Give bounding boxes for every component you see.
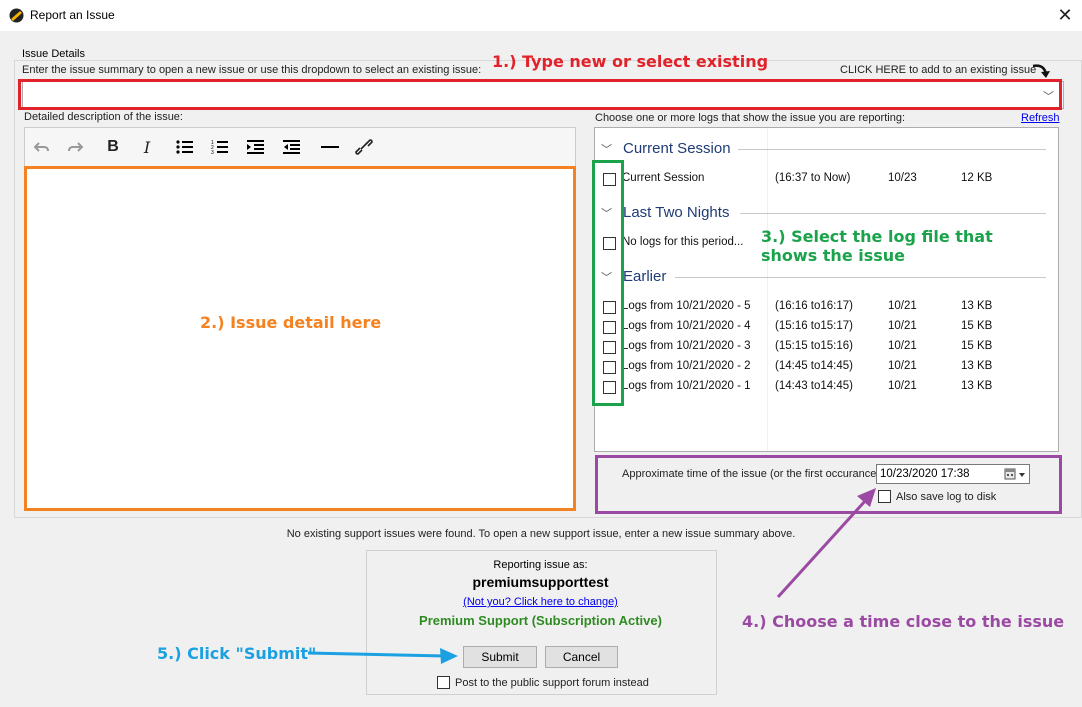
- log-date: 10/21: [888, 340, 917, 352]
- description-editor[interactable]: [24, 166, 576, 511]
- redo-icon[interactable]: [63, 136, 87, 158]
- app-logo-icon: [9, 8, 24, 23]
- change-user-link[interactable]: (Not you? Click here to change): [463, 596, 618, 608]
- section-divider: [740, 213, 1046, 214]
- log-name: Logs from 10/21/2020 - 3: [622, 340, 751, 352]
- chevron-down-icon[interactable]: ﹀: [601, 141, 612, 157]
- log-range: (14:45 to14:45): [775, 360, 854, 372]
- group-legend: Issue Details: [20, 48, 87, 60]
- indent-icon[interactable]: [244, 136, 268, 158]
- step3-annotation: 3.) Select the log file that shows the i…: [761, 227, 993, 265]
- log-size: 13 KB: [961, 360, 993, 372]
- numbered-list-icon[interactable]: 123: [208, 136, 232, 158]
- log-name: Logs from 10/21/2020 - 4: [622, 320, 751, 332]
- log-name: Logs from 10/21/2020 - 1: [622, 380, 751, 392]
- section-divider: [675, 277, 1046, 278]
- step4-annotation: 4.) Choose a time close to the issue: [742, 612, 1065, 631]
- log-range: (16:37 to Now): [775, 172, 851, 184]
- click-here-label: CLICK HERE to add to an existing issue: [840, 64, 1037, 76]
- curved-arrow-icon: [1032, 64, 1050, 78]
- step1-highlight: [18, 79, 1062, 110]
- description-label: Detailed description of the issue:: [24, 111, 183, 123]
- cancel-button[interactable]: Cancel: [545, 646, 618, 668]
- step4-highlight: [595, 455, 1062, 514]
- italic-icon[interactable]: I: [135, 136, 159, 158]
- title-bar: [0, 0, 1082, 31]
- section-title: Earlier: [623, 268, 667, 285]
- log-range: (15:15 to15:16): [775, 340, 854, 352]
- refresh-link[interactable]: Refresh: [1021, 112, 1060, 124]
- outdent-icon[interactable]: [280, 136, 304, 158]
- step2-annotation: 2.) Issue detail here: [200, 313, 382, 332]
- step3-highlight: [592, 160, 624, 406]
- section-title: Current Session: [623, 140, 731, 157]
- close-button[interactable]: ✕: [1050, 3, 1080, 27]
- svg-text:3: 3: [211, 150, 214, 155]
- log-size: 12 KB: [961, 172, 993, 184]
- log-name: Logs from 10/21/2020 - 5: [622, 300, 751, 312]
- log-name: No logs for this period...: [622, 236, 744, 248]
- submit-button[interactable]: Submit: [463, 646, 537, 668]
- log-date: 10/21: [888, 360, 917, 372]
- reporter-username: premiumsupporttest: [472, 574, 609, 590]
- bold-icon[interactable]: B: [101, 136, 125, 158]
- reporting-label: Reporting issue as:: [493, 559, 588, 571]
- log-date: 10/21: [888, 320, 917, 332]
- log-range: (16:16 to16:17): [775, 300, 854, 312]
- window-title: Report an Issue: [30, 8, 115, 22]
- log-date: 10/23: [888, 172, 917, 184]
- log-name: Logs from 10/21/2020 - 2: [622, 360, 751, 372]
- undo-icon[interactable]: [30, 136, 54, 158]
- log-size: 15 KB: [961, 340, 993, 352]
- section-title: Last Two Nights: [623, 204, 730, 221]
- link-icon[interactable]: [352, 136, 376, 158]
- post-public-label: Post to the public support forum instead: [455, 677, 649, 689]
- log-size: 13 KB: [961, 300, 993, 312]
- section-divider: [738, 149, 1046, 150]
- logs-label: Choose one or more logs that show the is…: [595, 112, 906, 124]
- step1-annotation: 1.) Type new or select existing: [492, 52, 769, 71]
- log-name: Current Session: [622, 172, 705, 184]
- plan-status: Premium Support (Subscription Active): [419, 613, 662, 628]
- horizontal-rule-icon[interactable]: [318, 136, 342, 158]
- log-date: 10/21: [888, 300, 917, 312]
- column-divider: [767, 128, 768, 451]
- summary-label: Enter the issue summary to open a new is…: [22, 64, 482, 76]
- bullet-list-icon[interactable]: [173, 136, 197, 158]
- log-range: (15:16 to15:17): [775, 320, 854, 332]
- status-message: No existing support issues were found. T…: [286, 528, 796, 540]
- step5-annotation: 5.) Click "Submit": [157, 644, 317, 663]
- log-range: (14:43 to14:45): [775, 380, 854, 392]
- post-public-checkbox[interactable]: [437, 676, 450, 689]
- log-size: 13 KB: [961, 380, 993, 392]
- log-size: 15 KB: [961, 320, 993, 332]
- chevron-down-icon[interactable]: ﹀: [1043, 88, 1054, 104]
- log-date: 10/21: [888, 380, 917, 392]
